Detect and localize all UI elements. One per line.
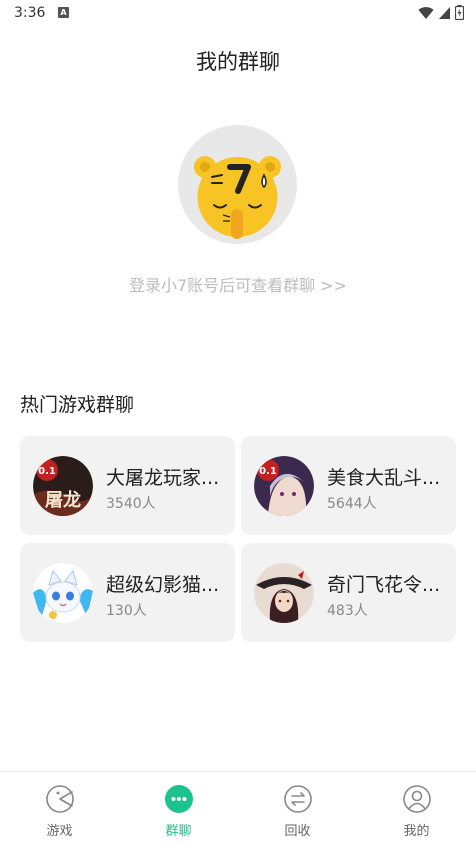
nav-item-games[interactable]: 游戏 — [0, 772, 119, 846]
game-avatar-cat-icon — [33, 563, 93, 623]
group-card-cat[interactable]: 超级幻影猫... 130人 — [20, 543, 235, 642]
group-card-meishi[interactable]: 0.1 美食大乱斗... 5644人 — [241, 436, 456, 535]
group-name: 奇门飞花令... — [327, 574, 441, 596]
game-avatar-qimen-icon — [254, 563, 314, 623]
nav-item-profile[interactable]: 我的 — [357, 772, 476, 846]
mascot-bear-icon — [194, 156, 281, 239]
chat-dots-icon — [164, 785, 193, 813]
game-avatar-meishi-icon: 0.1 — [254, 456, 314, 516]
status-time: 3:36 — [14, 5, 46, 21]
nav-label-profile: 我的 — [403, 824, 430, 839]
game-avatar-tulong-icon: 0.1 屠龙 — [33, 456, 93, 516]
profile-icon — [402, 785, 431, 813]
page-title: 我的群聊 — [196, 50, 280, 74]
group-name: 超级幻影猫... — [106, 574, 220, 596]
group-card-tulong[interactable]: 0.1 屠龙 大屠龙玩家... 3540人 — [20, 436, 235, 535]
nav-item-recycle[interactable]: 回收 — [238, 772, 357, 846]
login-prompt-link[interactable]: 登录小7账号后可查看群聊 >> — [0, 272, 476, 296]
battery-icon — [455, 5, 464, 20]
recycle-exchange-icon — [283, 785, 312, 813]
nav-label-recycle: 回收 — [284, 824, 311, 839]
group-member-count: 3540人 — [106, 496, 156, 512]
group-member-count: 483人 — [327, 603, 368, 619]
group-name: 美食大乱斗... — [327, 467, 441, 489]
group-member-count: 130人 — [106, 603, 147, 619]
nav-label-games: 游戏 — [46, 824, 73, 839]
group-card-qimen[interactable]: 奇门飞花令... 483人 — [241, 543, 456, 642]
mascot-avatar — [178, 125, 297, 244]
notification-a-icon: A — [58, 7, 69, 18]
status-indicators — [418, 5, 464, 20]
nav-label-group-chat: 群聊 — [165, 824, 192, 839]
signal-icon — [439, 6, 450, 19]
bottom-nav: 游戏 群聊 回收 我的 — [0, 771, 476, 846]
status-bar: 3:36 A — [0, 0, 476, 26]
wifi-icon — [418, 6, 434, 19]
svg-text:0.1: 0.1 — [259, 466, 277, 477]
nav-item-group-chat[interactable]: 群聊 — [119, 772, 238, 846]
hot-groups-title: 热门游戏群聊 — [20, 394, 135, 416]
group-name: 大屠龙玩家... — [106, 467, 220, 489]
game-pacman-icon — [45, 785, 74, 813]
svg-text:屠龙: 屠龙 — [45, 489, 81, 511]
svg-text:0.1: 0.1 — [38, 466, 56, 477]
group-member-count: 5644人 — [327, 496, 377, 512]
